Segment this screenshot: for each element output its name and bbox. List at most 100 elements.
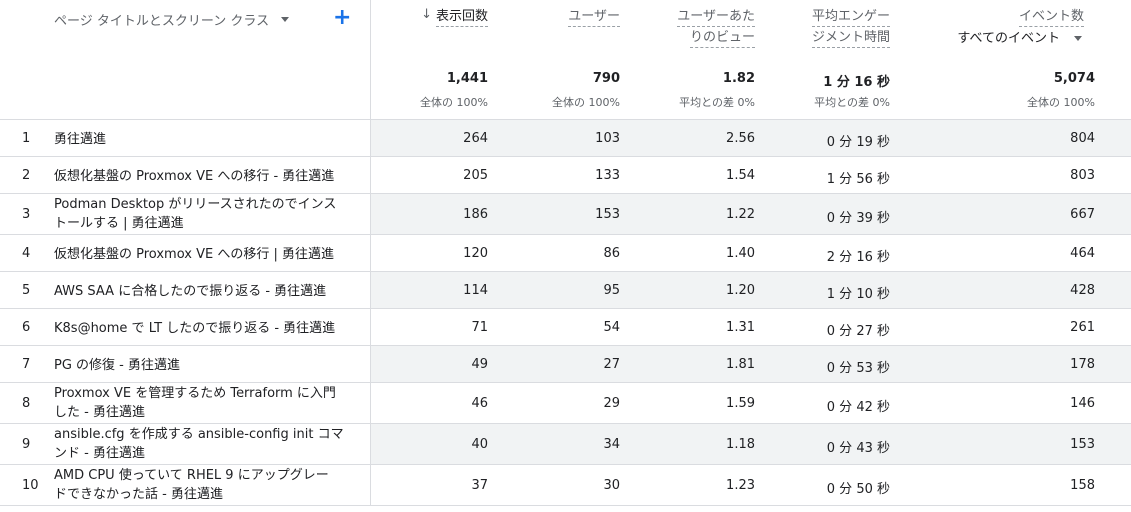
- row-index: 10: [22, 478, 39, 493]
- chevron-down-icon: [1074, 36, 1082, 41]
- row-page-title[interactable]: 仮想化基盤の Proxmox VE への移行 | 勇往邁進: [54, 245, 354, 264]
- row-page-title-line1: 仮想化基盤の Proxmox VE への移行 - 勇往邁進: [54, 169, 335, 184]
- event-filter-select[interactable]: すべてのイベント: [920, 28, 1084, 49]
- row-index: 3: [22, 207, 31, 222]
- total-views-per-user: 1.82: [722, 71, 755, 86]
- row-index: 2: [22, 168, 31, 183]
- row-cell-views: 114: [463, 283, 488, 298]
- row-cell-eng: 0 分 27 秒: [826, 324, 890, 339]
- row-page-title-line1: 勇往邁進: [54, 132, 107, 147]
- add-dimension-plus-icon[interactable]: +: [333, 5, 351, 31]
- row-cell-eng: 0 分 43 秒: [826, 441, 890, 456]
- row-cell-vpu: 1.23: [726, 478, 755, 493]
- row-cell-events: 146: [1070, 396, 1095, 411]
- row-cell-users: 133: [595, 168, 620, 183]
- total-views-sub: 全体の 100%: [420, 96, 488, 109]
- table-header: ページ タイトルとスクリーン クラス + ↓ 表示回数 ユーザー ユーザーあた り…: [0, 0, 1131, 120]
- row-page-title[interactable]: ansible.cfg を作成する ansible-config init コマ…: [54, 425, 354, 463]
- row-cell-views: 46: [471, 396, 488, 411]
- row-cell-vpu: 1.22: [726, 207, 755, 222]
- row-cell-eng: 1 分 56 秒: [826, 172, 890, 187]
- table-row[interactable]: 5 AWS SAA に合格したので振り返る - 勇往邁進 114 95 1.20 1 分 …: [0, 272, 1131, 309]
- row-cell-views: 37: [471, 478, 488, 493]
- row-page-title[interactable]: AMD CPU 使っていて RHEL 9 にアップグレー ドできなかった話 - 勇…: [54, 466, 354, 504]
- row-cell-views: 40: [471, 437, 488, 452]
- column-header-views[interactable]: ↓ 表示回数: [388, 6, 488, 27]
- row-cell-events: 428: [1070, 283, 1095, 298]
- row-cell-vpu: 1.40: [726, 246, 755, 261]
- row-cell-views: 264: [463, 131, 488, 146]
- row-cell-vpu: 1.18: [726, 437, 755, 452]
- row-page-title-line2: トールする | 勇往邁進: [54, 216, 184, 231]
- total-views-per-user-sub: 平均との差 0%: [679, 96, 755, 109]
- row-cell-eng: 0 分 53 秒: [826, 361, 890, 376]
- row-cell-events: 464: [1070, 246, 1095, 261]
- total-users-sub: 全体の 100%: [552, 96, 620, 109]
- total-avg-engagement: 1 分 16 秒: [823, 75, 890, 90]
- table-row[interactable]: 10 AMD CPU 使っていて RHEL 9 にアップグレー ドできなかった話 -…: [0, 465, 1131, 506]
- row-cell-events: 804: [1070, 131, 1095, 146]
- row-page-title-line1: Podman Desktop がリリースされたのでインス: [54, 197, 337, 212]
- row-page-title-line2: ンド - 勇往邁進: [54, 446, 145, 461]
- table-row[interactable]: 8 Proxmox VE を管理するため Terraform に入門 した - 勇往…: [0, 383, 1131, 424]
- row-cell-vpu: 1.81: [726, 357, 755, 372]
- row-page-title-line2: した - 勇往邁進: [54, 405, 145, 420]
- row-page-title-line1: PG の修復 - 勇往邁進: [54, 358, 181, 373]
- column-header-label-line1: ユーザーあた: [677, 8, 755, 27]
- row-index: 8: [22, 396, 31, 411]
- row-cell-events: 667: [1070, 207, 1095, 222]
- row-page-title[interactable]: 勇往邁進: [54, 130, 354, 149]
- row-cell-users: 95: [603, 283, 620, 298]
- row-cell-users: 54: [603, 320, 620, 335]
- column-header-events[interactable]: イベント数 すべてのイベント: [920, 6, 1084, 49]
- column-header-label: ユーザー: [568, 8, 620, 27]
- sort-arrow-down-icon: ↓: [421, 7, 432, 22]
- row-page-title[interactable]: 仮想化基盤の Proxmox VE への移行 - 勇往邁進: [54, 167, 354, 186]
- total-users: 790: [592, 71, 620, 86]
- row-index: 5: [22, 283, 31, 298]
- row-page-title[interactable]: AWS SAA に合格したので振り返る - 勇往邁進: [54, 282, 354, 301]
- row-cell-events: 178: [1070, 357, 1095, 372]
- row-cell-users: 30: [603, 478, 620, 493]
- row-cell-eng: 1 分 10 秒: [826, 287, 890, 302]
- table-row[interactable]: 3 Podman Desktop がリリースされたのでインス トールする | 勇往邁…: [0, 194, 1131, 235]
- column-header-views-per-user[interactable]: ユーザーあた りのビュー: [640, 6, 755, 48]
- row-cell-events: 803: [1070, 168, 1095, 183]
- row-cell-events: 158: [1070, 478, 1095, 493]
- row-cell-users: 34: [603, 437, 620, 452]
- row-cell-views: 186: [463, 207, 488, 222]
- column-header-label: 表示回数: [435, 8, 488, 27]
- column-header-label-line1: イベント数: [1018, 8, 1084, 27]
- total-avg-engagement-sub: 平均との差 0%: [814, 96, 890, 109]
- row-cell-eng: 0 分 50 秒: [826, 482, 890, 497]
- dimension-label: ページ タイトルとスクリーン クラス: [54, 13, 270, 29]
- row-page-title-line1: K8s@home で LT したので振り返る - 勇往邁進: [54, 321, 336, 336]
- row-cell-users: 153: [595, 207, 620, 222]
- column-header-users[interactable]: ユーザー: [518, 6, 620, 27]
- table-row[interactable]: 1 勇往邁進 264 103 2.56 0 分 19 秒 804: [0, 120, 1131, 157]
- table-row[interactable]: 4 仮想化基盤の Proxmox VE への移行 | 勇往邁進 120 86 1.40 2…: [0, 235, 1131, 272]
- row-cell-views: 71: [471, 320, 488, 335]
- row-page-title[interactable]: Podman Desktop がリリースされたのでインス トールする | 勇往邁進: [54, 195, 354, 233]
- row-cell-eng: 0 分 42 秒: [826, 400, 890, 415]
- table-row[interactable]: 9 ansible.cfg を作成する ansible-config init コ…: [0, 424, 1131, 465]
- row-index: 7: [22, 357, 31, 372]
- event-filter-value: すべてのイベント: [957, 31, 1060, 46]
- table-row[interactable]: 2 仮想化基盤の Proxmox VE への移行 - 勇往邁進 205 133 1.54…: [0, 157, 1131, 194]
- row-page-title[interactable]: PG の修復 - 勇往邁進: [54, 356, 354, 375]
- row-page-title-line1: ansible.cfg を作成する ansible-config init コマ: [54, 427, 344, 442]
- row-cell-users: 103: [595, 131, 620, 146]
- row-cell-vpu: 2.56: [726, 131, 755, 146]
- row-page-title[interactable]: Proxmox VE を管理するため Terraform に入門 した - 勇往邁…: [54, 384, 354, 422]
- row-cell-vpu: 1.20: [726, 283, 755, 298]
- row-page-title[interactable]: K8s@home で LT したので振り返る - 勇往邁進: [54, 319, 354, 338]
- total-events: 5,074: [1053, 71, 1095, 86]
- dimension-selector[interactable]: ページ タイトルとスクリーン クラス: [54, 9, 290, 29]
- chevron-down-icon: [281, 17, 290, 22]
- row-page-title-line1: Proxmox VE を管理するため Terraform に入門: [54, 386, 336, 401]
- row-cell-users: 86: [603, 246, 620, 261]
- table-row[interactable]: 6 K8s@home で LT したので振り返る - 勇往邁進 71 54 1.31 0 …: [0, 309, 1131, 346]
- row-page-title-line2: ドできなかった話 - 勇往邁進: [54, 487, 223, 502]
- column-header-avg-engagement[interactable]: 平均エンゲー ジメント時間: [770, 6, 890, 48]
- table-row[interactable]: 7 PG の修復 - 勇往邁進 49 27 1.81 0 分 53 秒 178: [0, 346, 1131, 383]
